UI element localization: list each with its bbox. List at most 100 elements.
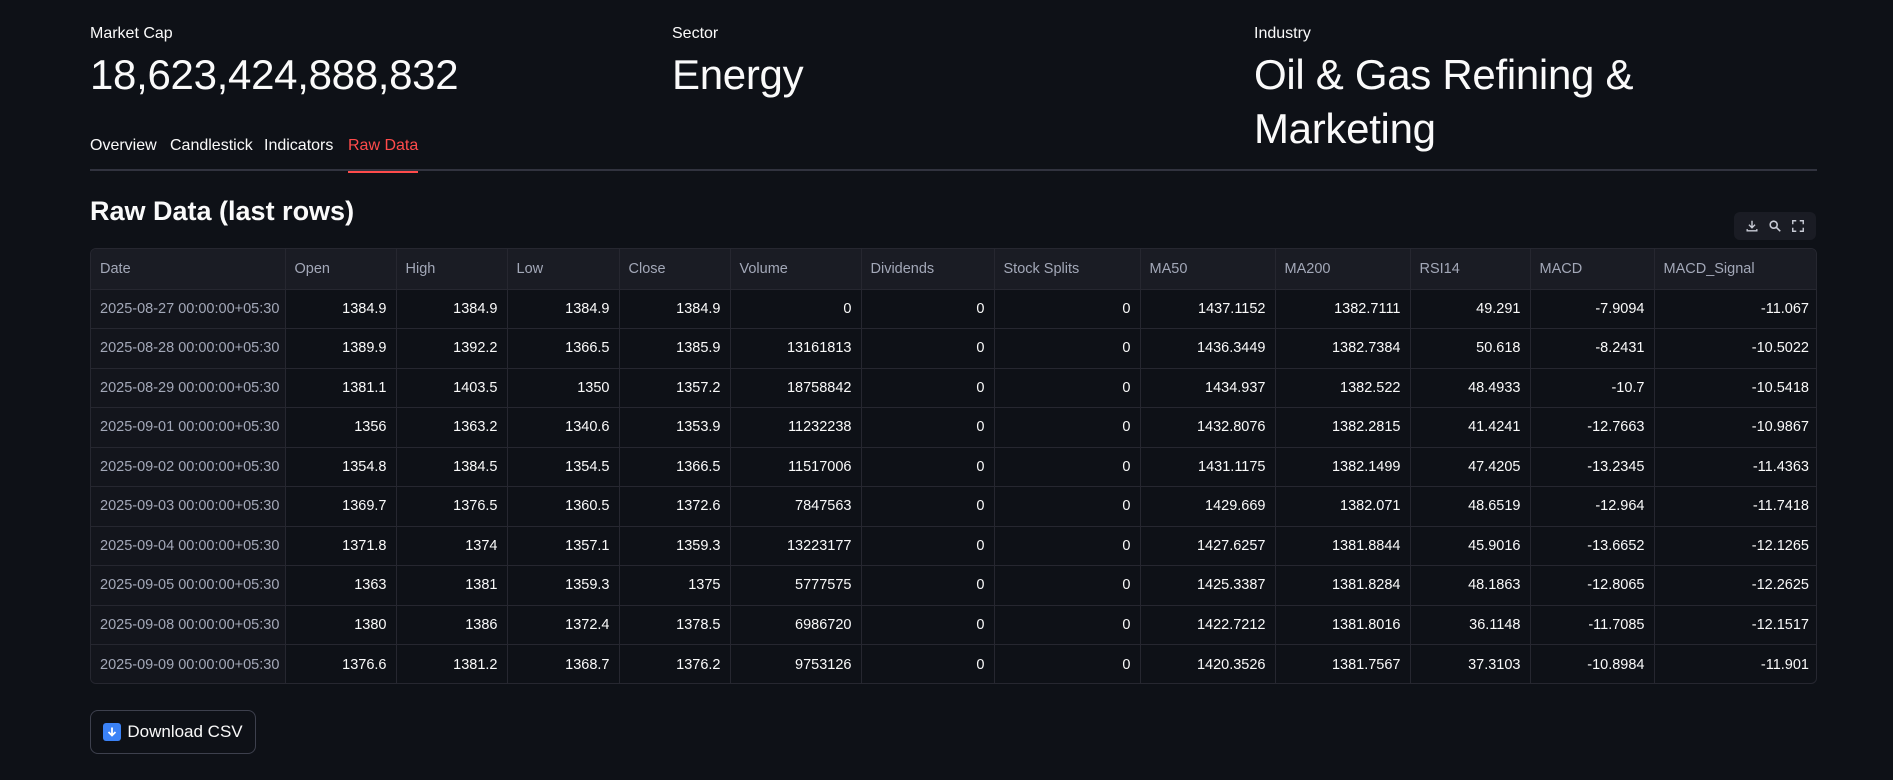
table-cell[interactable]: 1374 xyxy=(396,526,508,566)
table-cell[interactable]: 1422.7212 xyxy=(1140,605,1276,645)
row-index-cell[interactable]: 2025-09-09 00:00:00+05:30 xyxy=(91,644,286,683)
table-cell[interactable]: 1436.3449 xyxy=(1140,328,1276,369)
row-index-cell[interactable]: 2025-09-04 00:00:00+05:30 xyxy=(91,526,286,566)
table-cell[interactable]: 1372.6 xyxy=(619,486,731,527)
table-row[interactable]: 2025-09-03 00:00:00+05:30 1369.7 1376.5 136… xyxy=(91,486,1816,527)
column-header[interactable]: MA50 xyxy=(1140,249,1276,290)
table-cell[interactable]: -12.964 xyxy=(1530,486,1655,527)
row-index-cell[interactable]: 2025-09-05 00:00:00+05:30 xyxy=(91,565,286,606)
table-cell[interactable]: -12.7663 xyxy=(1530,407,1655,448)
table-cell[interactable]: 0 xyxy=(861,328,995,369)
table-cell[interactable]: 1369.7 xyxy=(285,486,397,527)
table-cell[interactable]: 0 xyxy=(994,368,1141,408)
column-header[interactable]: MACD_Signal xyxy=(1654,249,1816,290)
table-cell[interactable]: 0 xyxy=(994,565,1141,606)
table-cell[interactable]: 0 xyxy=(730,289,862,329)
row-index-cell[interactable]: 2025-08-28 00:00:00+05:30 xyxy=(91,328,286,369)
table-cell[interactable]: 1386 xyxy=(396,605,508,645)
table-cell[interactable]: 1368.7 xyxy=(507,644,620,683)
table-cell[interactable]: 1384.9 xyxy=(619,289,731,329)
column-header[interactable]: Low xyxy=(507,249,620,290)
table-cell[interactable]: 1381.1 xyxy=(285,368,397,408)
table-cell[interactable]: 1429.669 xyxy=(1140,486,1276,527)
table-cell[interactable]: 0 xyxy=(861,289,995,329)
tab-overview[interactable]: Overview xyxy=(90,135,157,171)
table-cell[interactable]: 1403.5 xyxy=(396,368,508,408)
column-header[interactable]: Stock Splits xyxy=(994,249,1141,290)
table-cell[interactable]: 1363.2 xyxy=(396,407,508,448)
table-cell[interactable]: 9753126 xyxy=(730,644,862,683)
tab-candlestick[interactable]: Candlestick xyxy=(170,135,253,171)
download-csv-button[interactable]: Download CSV xyxy=(90,710,256,754)
table-cell[interactable]: -10.8984 xyxy=(1530,644,1655,683)
table-cell[interactable]: 1427.6257 xyxy=(1140,526,1276,566)
table-cell[interactable]: 48.4933 xyxy=(1410,368,1531,408)
data-table[interactable]: Date Open High Low Close Volume Dividends Stock… xyxy=(90,248,1817,684)
table-cell[interactable]: 1353.9 xyxy=(619,407,731,448)
table-cell[interactable]: 7847563 xyxy=(730,486,862,527)
download-icon[interactable] xyxy=(1742,216,1762,236)
table-cell[interactable]: 1425.3387 xyxy=(1140,565,1276,606)
column-header[interactable]: MA200 xyxy=(1275,249,1411,290)
table-cell[interactable]: 1431.1175 xyxy=(1140,447,1276,487)
table-cell[interactable]: 0 xyxy=(994,644,1141,683)
table-cell[interactable]: 1359.3 xyxy=(619,526,731,566)
table-cell[interactable]: -12.8065 xyxy=(1530,565,1655,606)
row-index-cell[interactable]: 2025-08-27 00:00:00+05:30 xyxy=(91,289,286,329)
row-index-cell[interactable]: 2025-09-02 00:00:00+05:30 xyxy=(91,447,286,487)
table-cell[interactable]: 0 xyxy=(861,526,995,566)
table-cell[interactable]: 1354.5 xyxy=(507,447,620,487)
table-cell[interactable]: 1350 xyxy=(507,368,620,408)
table-cell[interactable]: 1359.3 xyxy=(507,565,620,606)
table-cell[interactable]: 1375 xyxy=(619,565,731,606)
table-cell[interactable]: -11.901 xyxy=(1654,645,1816,684)
table-cell[interactable]: 50.618 xyxy=(1410,328,1531,369)
table-cell[interactable]: -10.9867 xyxy=(1654,407,1816,448)
table-cell[interactable]: 5777575 xyxy=(730,565,862,606)
table-cell[interactable]: 1432.8076 xyxy=(1140,407,1276,448)
table-cell[interactable]: -13.6652 xyxy=(1530,526,1655,566)
table-cell[interactable]: 1437.1152 xyxy=(1140,289,1276,329)
table-cell[interactable]: 1376.6 xyxy=(285,644,397,683)
table-cell[interactable]: -8.2431 xyxy=(1530,328,1655,369)
table-cell[interactable]: 0 xyxy=(994,289,1141,329)
table-cell[interactable]: 11232238 xyxy=(730,407,862,448)
column-header[interactable]: Close xyxy=(619,249,731,290)
table-cell[interactable]: 1381 xyxy=(396,565,508,606)
table-cell[interactable]: 1371.8 xyxy=(285,526,397,566)
table-cell[interactable]: -7.9094 xyxy=(1530,289,1655,329)
table-cell[interactable]: 1366.5 xyxy=(619,447,731,487)
table-cell[interactable]: 0 xyxy=(994,328,1141,369)
table-cell[interactable]: 41.4241 xyxy=(1410,407,1531,448)
table-cell[interactable]: 18758842 xyxy=(730,368,862,408)
table-cell[interactable]: 0 xyxy=(994,526,1141,566)
row-index-cell[interactable]: 2025-09-01 00:00:00+05:30 xyxy=(91,407,286,448)
column-header[interactable]: Dividends xyxy=(861,249,995,290)
table-cell[interactable]: 48.1863 xyxy=(1410,565,1531,606)
table-cell[interactable]: 0 xyxy=(861,644,995,683)
column-header[interactable]: RSI14 xyxy=(1410,249,1531,290)
table-cell[interactable]: -12.1265 xyxy=(1654,526,1816,566)
row-index-cell[interactable]: 2025-09-08 00:00:00+05:30 xyxy=(91,605,286,645)
table-cell[interactable]: 1381.8284 xyxy=(1275,565,1411,606)
table-cell[interactable]: 37.3103 xyxy=(1410,644,1531,683)
table-cell[interactable]: 1376.2 xyxy=(619,644,731,683)
table-cell[interactable]: 1382.1499 xyxy=(1275,447,1411,487)
table-cell[interactable]: 0 xyxy=(861,565,995,606)
table-row[interactable]: 2025-09-04 00:00:00+05:30 1371.8 1374 1357.… xyxy=(91,526,1816,566)
table-cell[interactable]: -10.7 xyxy=(1530,368,1655,408)
table-cell[interactable]: 1372.4 xyxy=(507,605,620,645)
table-cell[interactable]: 0 xyxy=(861,486,995,527)
table-cell[interactable]: 36.1148 xyxy=(1410,605,1531,645)
table-cell[interactable]: -10.5022 xyxy=(1654,328,1816,369)
column-header[interactable]: Date xyxy=(91,249,286,290)
table-cell[interactable]: 1384.9 xyxy=(396,289,508,329)
table-cell[interactable]: 0 xyxy=(994,447,1141,487)
table-cell[interactable]: 1382.7111 xyxy=(1275,289,1411,329)
table-cell[interactable]: 1356 xyxy=(285,407,397,448)
table-cell[interactable]: -12.1517 xyxy=(1654,605,1816,645)
table-cell[interactable]: 1376.5 xyxy=(396,486,508,527)
table-row[interactable]: 2025-08-29 00:00:00+05:30 1381.1 1403.5 135… xyxy=(91,368,1816,408)
table-cell[interactable]: 1380 xyxy=(285,605,397,645)
table-cell[interactable]: 1357.2 xyxy=(619,368,731,408)
